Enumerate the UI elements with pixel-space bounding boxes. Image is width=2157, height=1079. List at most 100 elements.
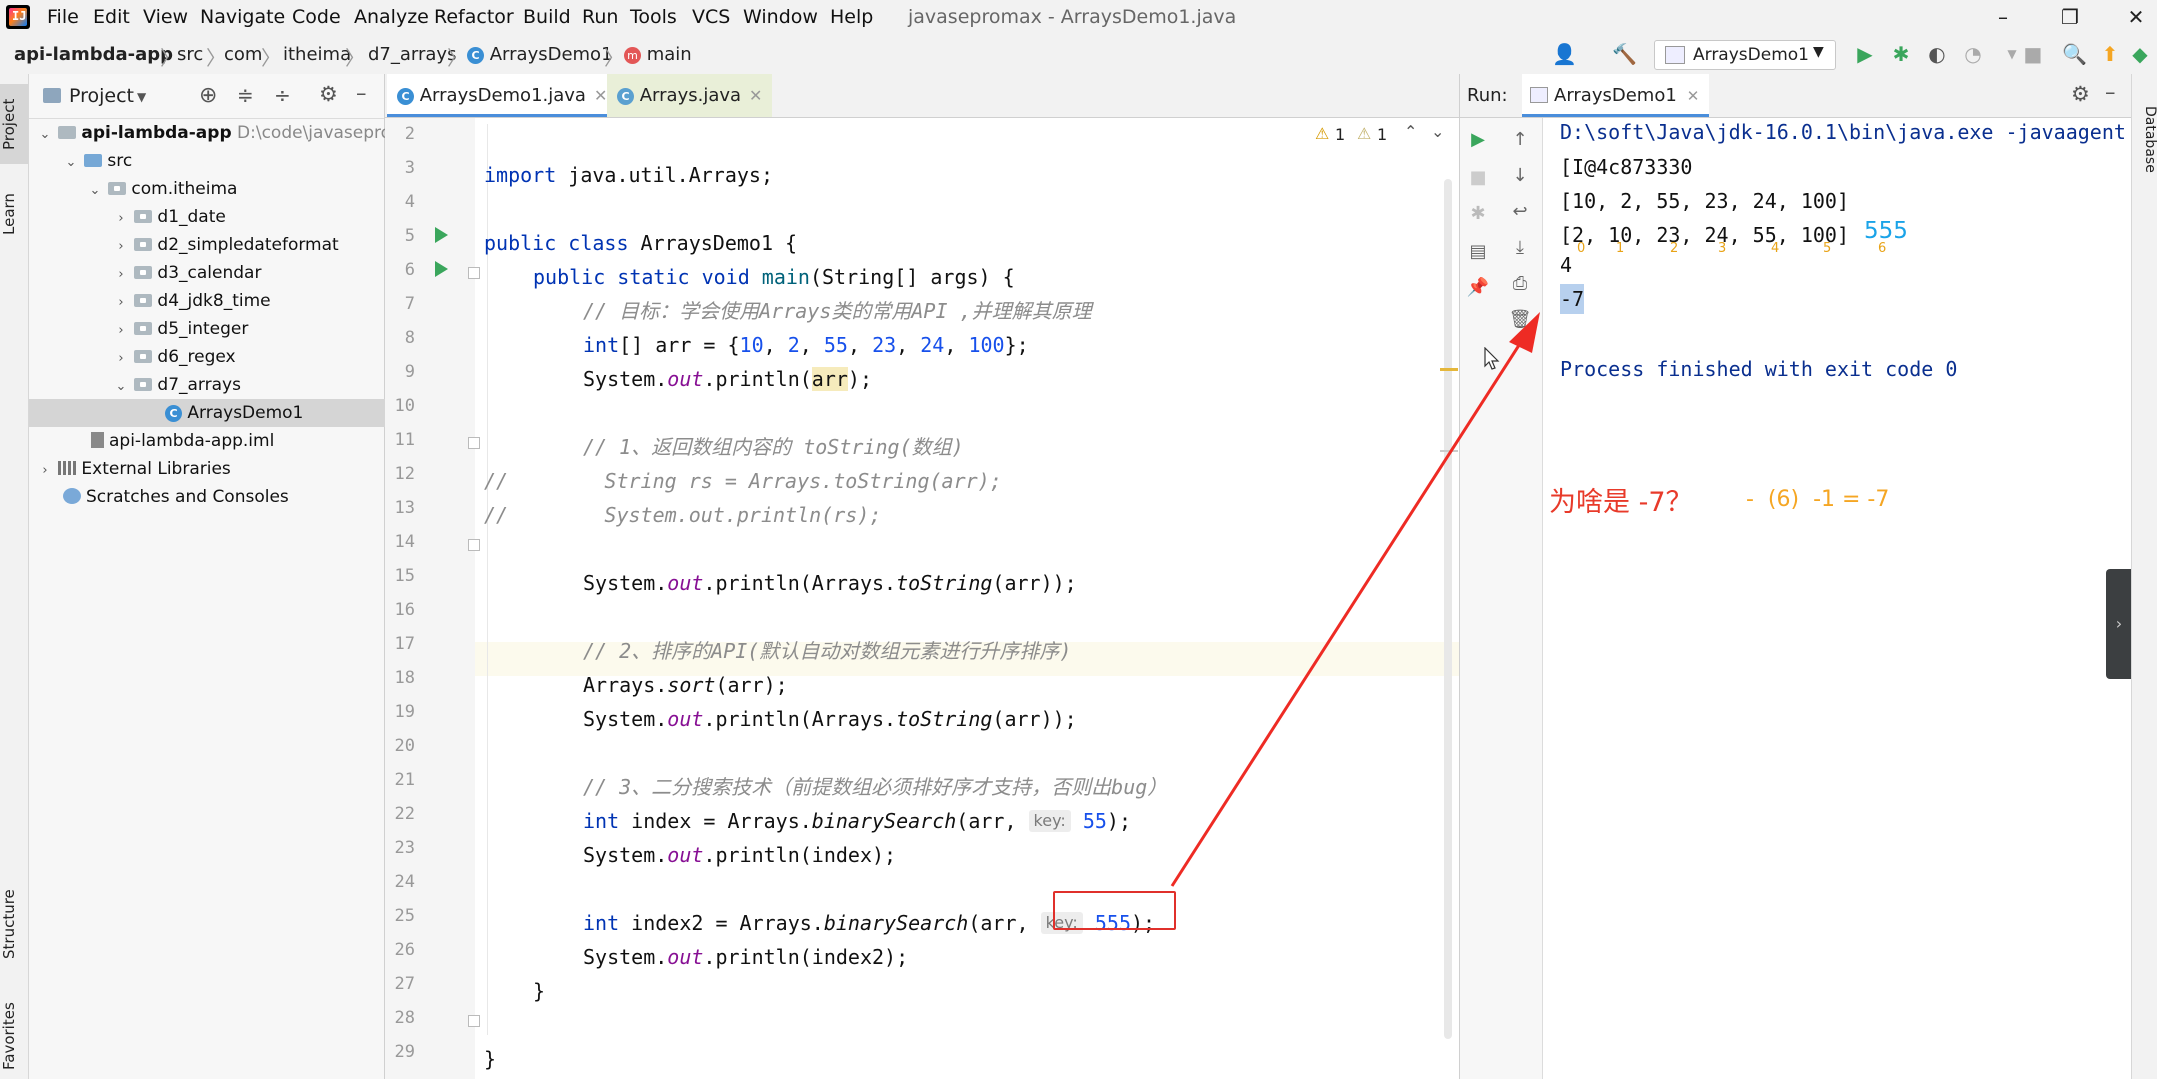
code-comment[interactable]: // 3、二分搜索技术（前提数组必须排好序才支持，否则出bug） [583, 770, 1167, 804]
run-tab[interactable]: ArraysDemo1 ✕ [1522, 74, 1710, 117]
tool-tab-structure[interactable]: Structure [0, 874, 28, 974]
tool-tab-database[interactable]: Database [2132, 94, 2157, 184]
code-line[interactable]: System.out.println(arr); [583, 362, 872, 396]
fold-marker-icon[interactable] [468, 267, 480, 279]
code-comment[interactable]: // String rs = Arrays.toString(arr); [484, 464, 1002, 498]
profile-icon[interactable]: ◔ [1961, 42, 1985, 66]
menu-view[interactable]: View [143, 6, 188, 28]
chevron-down-icon[interactable]: ⌄ [1431, 122, 1444, 141]
run-gutter-icon[interactable] [435, 227, 448, 243]
stop-icon[interactable]: ■ [1466, 166, 1490, 190]
breadcrumb-project[interactable]: api-lambda-app [14, 44, 173, 65]
code-comment[interactable]: // 目标：学会使用Arrays类的常用API ,并理解其原理 [583, 294, 1092, 328]
close-tab-icon[interactable]: ✕ [594, 86, 607, 105]
menu-vcs[interactable]: VCS [692, 6, 730, 28]
chevron-up-icon[interactable]: ⌃ [1404, 122, 1417, 141]
plugin-icon[interactable]: ◆ [2128, 42, 2152, 66]
code-line[interactable]: System.out.println(Arrays.toString(arr))… [583, 702, 1077, 736]
close-window-icon[interactable]: ✕ [2116, 2, 2156, 32]
fold-marker-icon[interactable] [468, 1015, 480, 1027]
code-line[interactable]: System.out.println(index2); [583, 940, 908, 974]
menu-file[interactable]: File [47, 6, 79, 28]
menu-build[interactable]: Build [523, 6, 571, 28]
hide-panel-icon[interactable]: – [356, 81, 367, 105]
menu-window[interactable]: Window [743, 6, 818, 28]
weak-warning-icon[interactable]: ⚠ [1357, 124, 1371, 143]
tab-arraysdemo1[interactable]: C ArraysDemo1.java ✕ [387, 74, 618, 117]
tree-item-iml[interactable]: api-lambda-app.iml [29, 427, 446, 455]
breadcrumb-d7-arrays[interactable]: d7_arrays [368, 44, 456, 65]
breadcrumb-class[interactable]: C ArraysDemo1 [467, 44, 613, 65]
code-line[interactable]: int[] arr = {10, 2, 55, 23, 24, 100}; [583, 328, 1029, 362]
hide-panel-icon[interactable]: – [2105, 80, 2116, 104]
code-line[interactable]: import java.util.Arrays; [484, 158, 773, 192]
pin-icon[interactable]: 📌 [1466, 276, 1490, 300]
gear-icon[interactable]: ⚙ [2071, 82, 2090, 106]
debug-icon[interactable]: ✱ [1466, 202, 1490, 226]
side-collapse-handle[interactable]: › [2106, 569, 2132, 679]
close-tab-icon[interactable]: ✕ [1687, 87, 1700, 105]
tree-item-module[interactable]: ⌄ api-lambda-app D:\code\javasepro [29, 119, 392, 147]
fold-marker-icon[interactable] [468, 539, 480, 551]
menu-tools[interactable]: Tools [630, 6, 677, 28]
tab-arrays[interactable]: C Arrays.java ✕ [607, 74, 773, 117]
code-line[interactable]: public class ArraysDemo1 { [484, 226, 797, 260]
update-icon[interactable]: ⬆ [2098, 42, 2122, 66]
menu-refactor[interactable]: Refactor [434, 6, 514, 28]
build-hammer-icon[interactable]: 🔨 [1612, 42, 1637, 66]
menu-navigate[interactable]: Navigate [200, 6, 285, 28]
project-panel-title[interactable]: Project [69, 85, 134, 107]
code-comment[interactable]: // System.out.println(rs); [484, 498, 881, 532]
breadcrumb-itheima[interactable]: itheima [283, 44, 351, 65]
breadcrumb-method[interactable]: m main [624, 44, 692, 65]
soft-wrap-icon[interactable]: ↩ [1508, 200, 1532, 224]
code-line[interactable]: public static void main(String[] args) { [533, 260, 1015, 294]
layout-icon[interactable]: ▤ [1466, 240, 1490, 264]
code-line[interactable]: } [484, 1042, 496, 1076]
stop-icon[interactable]: ■ [2021, 42, 2045, 66]
code-line[interactable]: System.out.println(Arrays.toString(arr))… [583, 566, 1077, 600]
expand-all-icon[interactable]: ≑ [237, 83, 254, 107]
gear-icon[interactable]: ⚙ [319, 82, 338, 106]
tree-item-package[interactable]: ⌄ com.itheima [29, 175, 442, 203]
locate-icon[interactable]: ⊕ [199, 83, 217, 108]
tool-tab-learn[interactable]: Learn [0, 184, 28, 244]
chevron-down-icon[interactable]: ▼ [137, 90, 146, 104]
breadcrumb-src[interactable]: src [177, 44, 203, 65]
tree-item-scratches[interactable]: Scratches and Consoles [29, 483, 418, 511]
tool-tab-project[interactable]: Project [0, 84, 28, 164]
menu-run[interactable]: Run [582, 6, 618, 28]
tool-tab-favorites[interactable]: Favorites [0, 994, 28, 1079]
code-comment[interactable]: // 1、返回数组内容的 toString(数组) [583, 430, 964, 464]
debug-icon[interactable]: ✱ [1889, 42, 1913, 66]
run-gutter-icon[interactable] [435, 261, 448, 277]
collapse-all-icon[interactable]: ÷ [274, 83, 291, 107]
coverage-icon[interactable]: ◐ [1925, 42, 1949, 66]
rerun-icon[interactable]: ▶ [1466, 128, 1490, 152]
user-icon[interactable]: 👤 [1552, 42, 1577, 66]
run-configuration-select[interactable]: ArraysDemo1 ▼ [1654, 40, 1836, 70]
menu-code[interactable]: Code [292, 6, 341, 28]
tree-item-libraries[interactable]: › External Libraries [29, 455, 392, 483]
breadcrumb-com[interactable]: com [224, 44, 262, 65]
scroll-to-end-icon[interactable]: ⤓ [1508, 236, 1532, 260]
scroll-down-icon[interactable]: ↓ [1508, 164, 1532, 188]
fold-marker-icon[interactable] [468, 437, 480, 449]
search-icon[interactable]: 🔍 [2062, 42, 2087, 66]
menu-edit[interactable]: Edit [93, 6, 130, 28]
restore-icon[interactable]: ❐ [2050, 2, 2090, 32]
code-line[interactable]: } [533, 974, 545, 1008]
code-comment[interactable]: // 2、排序的API(默认自动对数组元素进行升序排序) [583, 634, 1071, 668]
minimize-icon[interactable]: – [1983, 2, 2023, 32]
code-line[interactable]: int index = Arrays.binarySearch(arr, key… [583, 804, 1131, 838]
print-icon[interactable]: ⎙ [1508, 272, 1532, 296]
run-icon[interactable]: ▶ [1853, 42, 1877, 66]
code-line[interactable]: System.out.println(index); [583, 838, 896, 872]
close-tab-icon[interactable]: ✕ [749, 86, 762, 105]
menu-analyze[interactable]: Analyze [354, 6, 429, 28]
scroll-up-icon[interactable]: ↑ [1508, 128, 1532, 152]
warning-icon[interactable]: ⚠ [1315, 124, 1329, 143]
code-line[interactable]: Arrays.sort(arr); [583, 668, 788, 702]
tree-item-src[interactable]: ⌄ src [29, 147, 418, 175]
menu-help[interactable]: Help [830, 6, 873, 28]
